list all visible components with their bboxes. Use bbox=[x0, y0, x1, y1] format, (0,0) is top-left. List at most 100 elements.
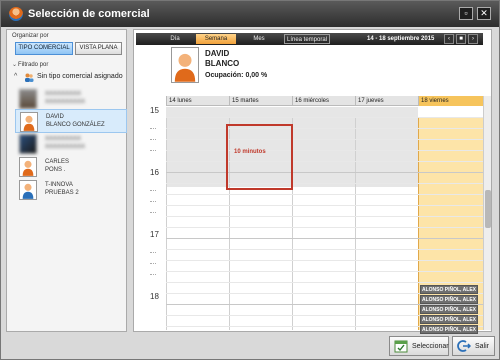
organize-label: Organizar por bbox=[12, 33, 49, 39]
grid-line bbox=[166, 282, 483, 283]
grid-line bbox=[166, 183, 483, 184]
employee-first-name: CARLES bbox=[45, 159, 70, 165]
close-button[interactable]: ✕ bbox=[477, 7, 491, 20]
employee-first-name: XXXXXXXXX bbox=[45, 136, 82, 142]
employee-last-name: XXXXXXXXXX bbox=[45, 144, 86, 150]
avatar bbox=[20, 112, 38, 132]
grid-line bbox=[166, 117, 483, 118]
employee-item[interactable]: XXXXXXXXX XXXXXXXXXX bbox=[15, 87, 127, 111]
employee-first-name: DAVID bbox=[46, 114, 64, 120]
employee-item[interactable]: XXXXXXXXX XXXXXXXXXX bbox=[15, 132, 127, 156]
flat-view-button[interactable]: VISTA PLANA bbox=[75, 42, 122, 55]
employee-item[interactable]: CARLES PONS . bbox=[15, 155, 127, 179]
grid-line bbox=[166, 205, 483, 206]
tick bbox=[150, 190, 156, 191]
avatar bbox=[19, 134, 37, 154]
tab-day[interactable]: Día bbox=[162, 34, 188, 44]
action-bar: Seleccionar Salir bbox=[1, 334, 499, 359]
employee-last-name: XXXXXXXXXX bbox=[45, 99, 86, 105]
employee-item-selected[interactable]: DAVID BLANCO GONZÁLEZ bbox=[15, 109, 127, 133]
organize-by-type-button[interactable]: TIPO COMERCIAL bbox=[15, 42, 73, 55]
occupancy-text: Ocupación: 0,00 % bbox=[205, 72, 268, 79]
hour-label: 18 bbox=[150, 292, 159, 301]
restore-button[interactable]: ▫ bbox=[459, 7, 473, 20]
profile-last-name: BLANCO bbox=[205, 59, 240, 68]
time-axis: 15 16 17 18 bbox=[136, 106, 166, 330]
tick bbox=[150, 252, 156, 253]
filter-label[interactable]: ⌄Filtrado por bbox=[12, 61, 48, 68]
select-button[interactable]: Seleccionar bbox=[389, 336, 449, 356]
scrollbar-thumb[interactable] bbox=[485, 190, 491, 228]
hour-label: 16 bbox=[150, 168, 159, 177]
selection-duration-label: 10 minutos bbox=[234, 149, 266, 155]
employee-item[interactable]: T-INNOVA PRUEBAS 2 bbox=[15, 178, 127, 202]
window-title: Selección de comercial bbox=[28, 8, 150, 20]
group-header[interactable]: ^ Sin tipo comercial asignado bbox=[13, 72, 125, 84]
day-header-monday: 14 lunes bbox=[166, 96, 229, 106]
grid-line bbox=[166, 260, 483, 261]
appointment-event[interactable]: ALONSO PIÑOL, ALEX bbox=[420, 285, 478, 294]
employee-last-name: BLANCO GONZÁLEZ bbox=[46, 122, 105, 128]
exit-icon bbox=[457, 340, 471, 352]
next-week-button[interactable]: › bbox=[468, 34, 478, 44]
tick bbox=[150, 150, 156, 151]
tick bbox=[150, 263, 156, 264]
select-button-label: Seleccionar bbox=[412, 343, 449, 350]
grid-line bbox=[166, 128, 483, 129]
avatar bbox=[19, 157, 37, 177]
avatar bbox=[19, 180, 37, 200]
grid-line bbox=[166, 271, 483, 272]
employee-last-name: PONS . bbox=[45, 167, 66, 173]
grid-line bbox=[166, 238, 483, 239]
day-header-row: 14 lunes 15 martes 16 miércoles 17 jueve… bbox=[166, 96, 483, 106]
grid-line bbox=[166, 249, 483, 250]
avatar bbox=[19, 89, 37, 109]
day-header-wednesday: 16 miércoles bbox=[292, 96, 355, 106]
dialog-window: Selección de comercial ▫ ✕ Organizar por… bbox=[0, 0, 500, 360]
day-header-thursday: 17 jueves bbox=[355, 96, 418, 106]
selection-highlight bbox=[226, 124, 293, 190]
grid-line bbox=[166, 194, 483, 195]
date-range: 14 - 18 septiembre 2015 bbox=[367, 36, 435, 42]
previous-week-button[interactable]: ‹ bbox=[444, 34, 454, 44]
employee-first-name: XXXXXXXXX bbox=[45, 91, 82, 97]
calendar-panel: Día Semana Mes Línea temporal 14 - 18 se… bbox=[133, 29, 492, 334]
tick bbox=[150, 139, 156, 140]
group-label: Sin tipo comercial asignado bbox=[37, 73, 123, 80]
appointment-event[interactable]: ALONSO PIÑOL, ALEX bbox=[420, 305, 478, 314]
appointment-event[interactable]: ALONSO PIÑOL, ALEX bbox=[420, 315, 478, 324]
users-icon bbox=[25, 73, 34, 82]
profile-photo bbox=[171, 47, 199, 83]
grid-line bbox=[166, 139, 483, 140]
tick bbox=[150, 201, 156, 202]
grid-line bbox=[166, 150, 483, 151]
profile-first-name: DAVID bbox=[205, 49, 230, 58]
calendar-toolbar: Día Semana Mes Línea temporal 14 - 18 se… bbox=[136, 33, 483, 45]
appointment-event[interactable]: ALONSO PIÑOL, ALEX bbox=[420, 325, 478, 334]
app-icon bbox=[9, 7, 23, 21]
collapse-caret-icon: ^ bbox=[14, 73, 18, 80]
tab-timeline[interactable]: Línea temporal bbox=[284, 34, 330, 44]
exit-button[interactable]: Salir bbox=[452, 336, 495, 356]
day-header-tuesday: 15 martes bbox=[229, 96, 292, 106]
grid-line bbox=[166, 161, 483, 162]
tab-month[interactable]: Mes bbox=[246, 34, 272, 44]
tick bbox=[150, 128, 156, 129]
tab-week[interactable]: Semana bbox=[196, 34, 236, 44]
appointment-event[interactable]: ALONSO PIÑOL, ALEX bbox=[420, 295, 478, 304]
sales-rep-panel: Organizar por TIPO COMERCIAL VISTA PLANA… bbox=[6, 29, 127, 332]
filter-label-text: Filtrado por bbox=[18, 62, 49, 68]
grid-line bbox=[166, 227, 483, 228]
grid-line bbox=[166, 172, 483, 173]
employee-first-name: T-INNOVA bbox=[45, 182, 73, 188]
current-week-button[interactable]: ■ bbox=[456, 34, 466, 44]
hour-label: 15 bbox=[150, 106, 159, 115]
tick bbox=[150, 274, 156, 275]
tick bbox=[150, 212, 156, 213]
day-header-friday: 18 viernes bbox=[418, 96, 483, 106]
employee-last-name: PRUEBAS 2 bbox=[45, 190, 79, 196]
hour-label: 17 bbox=[150, 230, 159, 239]
title-bar: Selección de comercial ▫ ✕ bbox=[1, 1, 499, 27]
calendar-icon bbox=[394, 340, 408, 353]
vertical-scrollbar[interactable] bbox=[483, 96, 491, 330]
